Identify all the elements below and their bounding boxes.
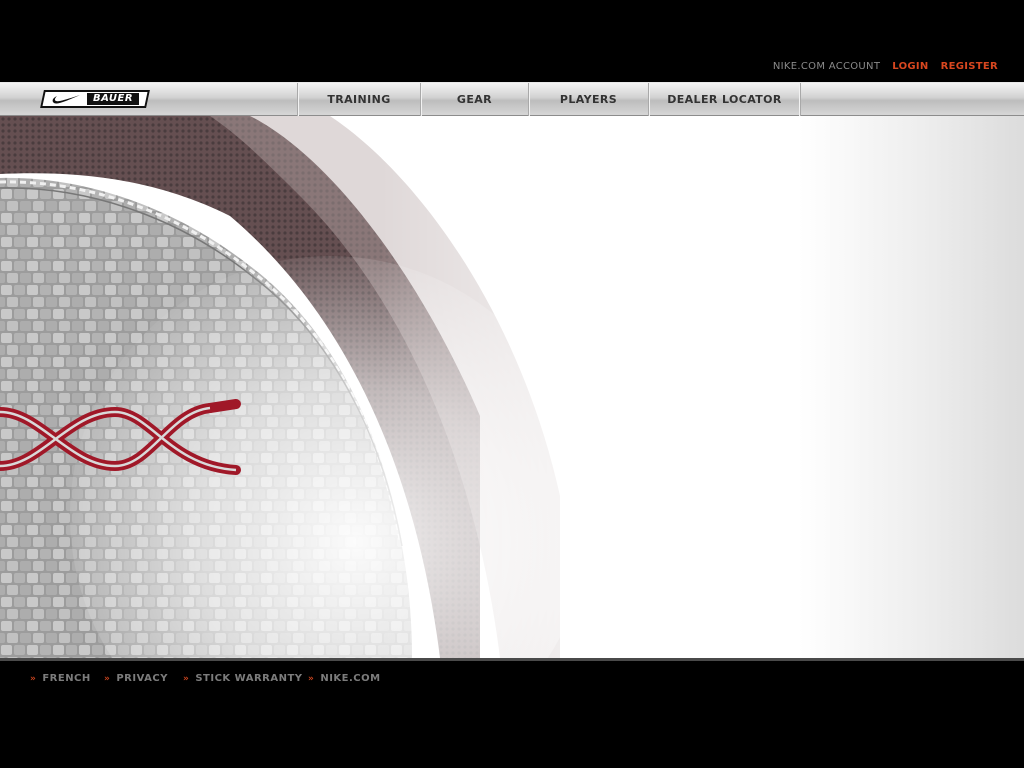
footer-link-stick-warranty[interactable]: » STICK WARRANTY <box>183 673 303 684</box>
footer-link-label: PRIVACY <box>116 673 168 684</box>
footer-link-label: STICK WARRANTY <box>195 673 303 684</box>
footer-link-label: FRENCH <box>42 673 91 684</box>
footer-link-nike-com[interactable]: » NIKE.COM <box>308 673 381 684</box>
account-links: NIKE.COM ACCOUNT LOGIN REGISTER <box>773 61 998 72</box>
main-nav-bar: BAUER TRAINING GEAR PLAYERS DEALER LOCAT… <box>0 82 1024 116</box>
nav-item-gear[interactable]: GEAR <box>420 83 528 116</box>
skate-closeup-image <box>0 116 1024 658</box>
double-chevron-right-icon: » <box>308 674 315 684</box>
nav-items: TRAINING GEAR PLAYERS DEALER LOCATOR <box>297 83 801 116</box>
nike-swoosh-icon <box>52 95 80 104</box>
footer-link-french[interactable]: » FRENCH <box>30 673 91 684</box>
footer-link-label: NIKE.COM <box>320 673 381 684</box>
nav-item-dealer-locator[interactable]: DEALER LOCATOR <box>648 83 801 116</box>
account-bar: NIKE.COM ACCOUNT LOGIN REGISTER <box>0 0 1024 82</box>
login-link[interactable]: LOGIN <box>892 61 928 72</box>
bauer-wordmark: BAUER <box>86 93 140 105</box>
hero-banner <box>0 116 1024 658</box>
register-link[interactable]: REGISTER <box>941 61 998 72</box>
double-chevron-right-icon: » <box>30 674 37 684</box>
nike-bauer-logo[interactable]: BAUER <box>40 90 150 108</box>
nike-account-link[interactable]: NIKE.COM ACCOUNT <box>773 61 880 72</box>
double-chevron-right-icon: » <box>183 674 190 684</box>
footer-link-privacy[interactable]: » PRIVACY <box>104 673 168 684</box>
nav-item-training[interactable]: TRAINING <box>297 83 420 116</box>
double-chevron-right-icon: » <box>104 674 111 684</box>
page: NIKE.COM ACCOUNT LOGIN REGISTER BAUER TR… <box>0 0 1024 768</box>
nav-item-players[interactable]: PLAYERS <box>528 83 648 116</box>
footer: » FRENCH » PRIVACY » STICK WARRANTY » NIKE.C… <box>0 661 1024 768</box>
